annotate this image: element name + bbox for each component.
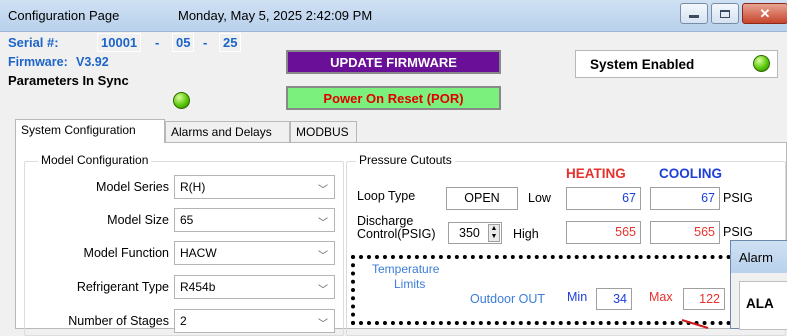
outdoor-min-input[interactable]: 34 xyxy=(596,288,632,310)
pointer-arrow-icon xyxy=(681,319,709,329)
serial-part1: 10001 xyxy=(97,33,142,52)
power-on-reset-button[interactable]: Power On Reset (POR) xyxy=(286,86,501,110)
outdoor-out-label: Outdoor OUT xyxy=(470,292,546,306)
outdoor-max-input[interactable]: 122 xyxy=(683,288,725,310)
high-cooling-value: 565 xyxy=(694,225,715,239)
chevron-down-icon: ﹀ xyxy=(318,285,328,296)
alarm-popup-window[interactable]: Alarm ALA xyxy=(730,240,787,330)
number-of-stages-select[interactable]: 2 ﹀ xyxy=(174,309,335,333)
model-size-select[interactable]: 65 ﹀ xyxy=(174,208,335,232)
number-of-stages-value: 2 xyxy=(180,314,187,328)
chevron-down-icon: ﹀ xyxy=(318,218,328,229)
close-button[interactable]: ✕ xyxy=(742,3,787,24)
system-status-led-icon xyxy=(753,55,770,72)
chevron-down-icon: ﹀ xyxy=(318,185,328,196)
pressure-cutouts-title: Pressure Cutouts xyxy=(356,153,455,167)
alarm-popup-title: Alarm xyxy=(739,250,773,265)
stepper-arrows-icon[interactable]: ▲ ▼ xyxy=(488,224,500,242)
sync-status-led-icon xyxy=(173,92,190,109)
max-label: Max xyxy=(649,290,673,304)
firmware-version: V3.92 xyxy=(76,55,109,69)
loop-type-field[interactable]: OPEN xyxy=(446,187,518,210)
model-size-label: Model Size xyxy=(107,213,169,227)
serial-label: Serial #: xyxy=(8,35,59,50)
update-firmware-button[interactable]: UPDATE FIRMWARE xyxy=(286,50,501,74)
loop-type-value: OPEN xyxy=(464,191,500,205)
alarm-popup-titlebar[interactable]: Alarm xyxy=(731,241,787,273)
window-title: Configuration Page xyxy=(8,8,120,23)
tab-alarms-and-delays[interactable]: Alarms and Delays xyxy=(165,121,290,142)
loop-type-label: Loop Type xyxy=(357,189,416,203)
psig-unit-label: PSIG xyxy=(723,225,753,239)
tab-system-configuration[interactable]: System Configuration xyxy=(15,119,165,143)
model-series-value: R(H) xyxy=(180,180,206,194)
discharge-control-stepper[interactable]: 350 ▲ ▼ xyxy=(448,222,502,244)
tab-label: MODBUS xyxy=(296,125,349,139)
low-heating-value: 67 xyxy=(622,191,636,205)
outdoor-max-value: 122 xyxy=(699,292,720,306)
refrigerant-type-select[interactable]: R454b ﹀ xyxy=(174,275,335,299)
temperature-limits-title-line2: Limits xyxy=(394,277,426,291)
serial-part2: 05 xyxy=(172,33,195,52)
params-sync-label: Parameters In Sync xyxy=(8,73,129,88)
number-of-stages-label: Number of Stages xyxy=(68,314,169,328)
title-bar: Configuration Page Monday, May 5, 2025 2… xyxy=(0,0,787,32)
model-function-value: HACW xyxy=(180,246,217,260)
update-firmware-label: UPDATE FIRMWARE xyxy=(330,54,457,70)
maximize-icon xyxy=(720,9,730,18)
psig-unit-label: PSIG xyxy=(723,191,753,205)
high-label: High xyxy=(513,227,539,241)
tab-label: Alarms and Delays xyxy=(171,125,272,139)
tab-modbus[interactable]: MODBUS xyxy=(290,121,357,142)
high-heating-value: 565 xyxy=(615,225,636,239)
temperature-limits-title-line1: Temperature xyxy=(372,262,440,276)
model-function-label: Model Function xyxy=(83,246,169,260)
maximize-button[interactable] xyxy=(711,3,739,24)
chevron-down-icon: ﹀ xyxy=(318,319,328,330)
high-heating-input[interactable]: 565 xyxy=(566,221,641,244)
minimize-button[interactable] xyxy=(680,3,708,24)
model-configuration-title: Model Configuration xyxy=(38,153,152,167)
discharge-control-value: 350 xyxy=(459,226,480,240)
chevron-down-icon: ﹀ xyxy=(318,251,328,262)
model-function-select[interactable]: HACW ﹀ xyxy=(174,241,335,265)
outdoor-min-value: 34 xyxy=(613,292,627,306)
minimize-icon xyxy=(689,15,699,18)
cooling-header: COOLING xyxy=(659,166,722,181)
refrigerant-type-label: Refrigerant Type xyxy=(76,280,169,294)
refrigerant-type-value: R454b xyxy=(180,280,216,294)
model-series-select[interactable]: R(H) ﹀ xyxy=(174,175,335,199)
system-status-panel: System Enabled xyxy=(575,50,778,78)
close-icon: ✕ xyxy=(759,5,771,21)
low-heating-input[interactable]: 67 xyxy=(566,187,641,210)
power-on-reset-label: Power On Reset (POR) xyxy=(323,90,464,106)
low-label: Low xyxy=(528,191,551,205)
system-status-text: System Enabled xyxy=(590,57,695,72)
serial-separator: - xyxy=(203,35,208,50)
model-series-label: Model Series xyxy=(96,180,169,194)
discharge-label: Discharge Control(PSIG) xyxy=(357,215,436,241)
low-cooling-input[interactable]: 67 xyxy=(650,187,720,210)
high-cooling-input[interactable]: 565 xyxy=(650,221,720,244)
serial-separator: - xyxy=(155,35,160,50)
discharge-label-line1: Discharge xyxy=(357,214,414,228)
firmware-label: Firmware: xyxy=(8,55,68,69)
tab-label: System Configuration xyxy=(21,123,136,137)
alarm-popup-body: ALA xyxy=(739,281,787,330)
datetime-display: Monday, May 5, 2025 2:42:09 PM xyxy=(178,8,373,23)
low-cooling-value: 67 xyxy=(701,191,715,205)
model-size-value: 65 xyxy=(180,213,194,227)
discharge-label-line2: Control(PSIG) xyxy=(357,227,436,241)
min-label: Min xyxy=(567,290,588,304)
heating-header: HEATING xyxy=(566,166,626,181)
serial-part3: 25 xyxy=(219,33,242,52)
alarm-popup-header: ALA xyxy=(746,296,774,311)
